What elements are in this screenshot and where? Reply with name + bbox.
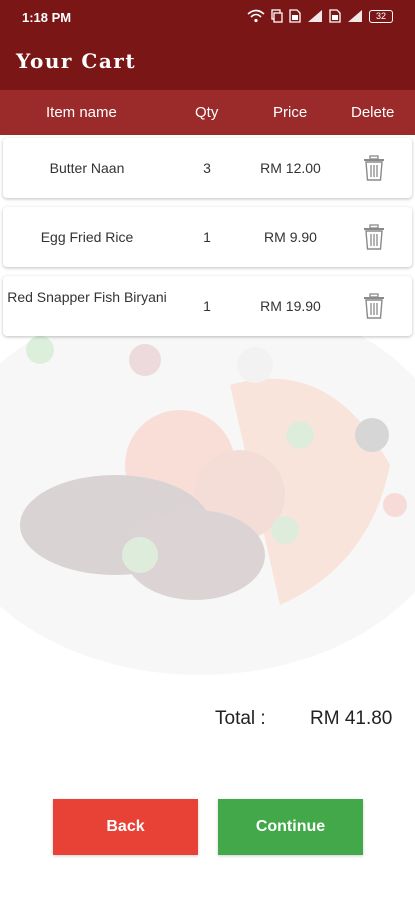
header-price: Price: [273, 104, 308, 121]
header-qty: Qty: [195, 104, 219, 121]
total-label: Total :: [215, 708, 266, 729]
page-title: Your Cart: [16, 49, 137, 73]
cart-item-name: Red Snapper Fish Biryani: [7, 289, 167, 305]
cart-item-qty: 3: [203, 160, 211, 176]
signal-icon: [348, 10, 362, 22]
trash-icon[interactable]: [359, 293, 389, 319]
cart-item-price: RM 19.90: [260, 298, 321, 314]
header-delete: Delete: [351, 104, 395, 121]
total-value: RM 41.80: [310, 708, 393, 729]
cart-item-name: Butter Naan: [49, 160, 125, 176]
cart-item-name: Egg Fried Rice: [40, 229, 134, 245]
battery-icon: 32: [369, 9, 393, 23]
trash-icon[interactable]: [359, 155, 389, 181]
status-bar: 1:18 PM 32: [0, 0, 415, 34]
header-item-name: Item name: [46, 104, 117, 121]
trash-icon[interactable]: [359, 224, 389, 250]
battery-level: 32: [375, 10, 386, 21]
screen-mirror-icon: [271, 9, 283, 23]
cart-item-price: RM 9.90: [264, 229, 317, 245]
cart-item: Red Snapper Fish Biryani 1 RM 19.90: [3, 276, 412, 336]
app-bar: Your Cart: [0, 34, 415, 90]
cart-item-qty: 1: [203, 298, 211, 314]
sim-icon: [289, 9, 301, 23]
sim-icon: [329, 9, 341, 23]
continue-button[interactable]: Continue: [218, 799, 363, 855]
back-button[interactable]: Back: [53, 799, 198, 855]
wifi-icon: [247, 9, 265, 23]
status-icons: 32: [247, 9, 393, 23]
status-time: 1:18 PM: [22, 10, 72, 25]
cart-table-header: Item name Qty Price Delete: [0, 90, 415, 135]
cart-item: Egg Fried Rice 1 RM 9.90: [3, 207, 412, 267]
cart-item-qty: 1: [203, 229, 211, 245]
signal-icon: [308, 10, 322, 22]
cart-item-price: RM 12.00: [260, 160, 321, 176]
cart-item: Butter Naan 3 RM 12.00: [3, 138, 412, 198]
